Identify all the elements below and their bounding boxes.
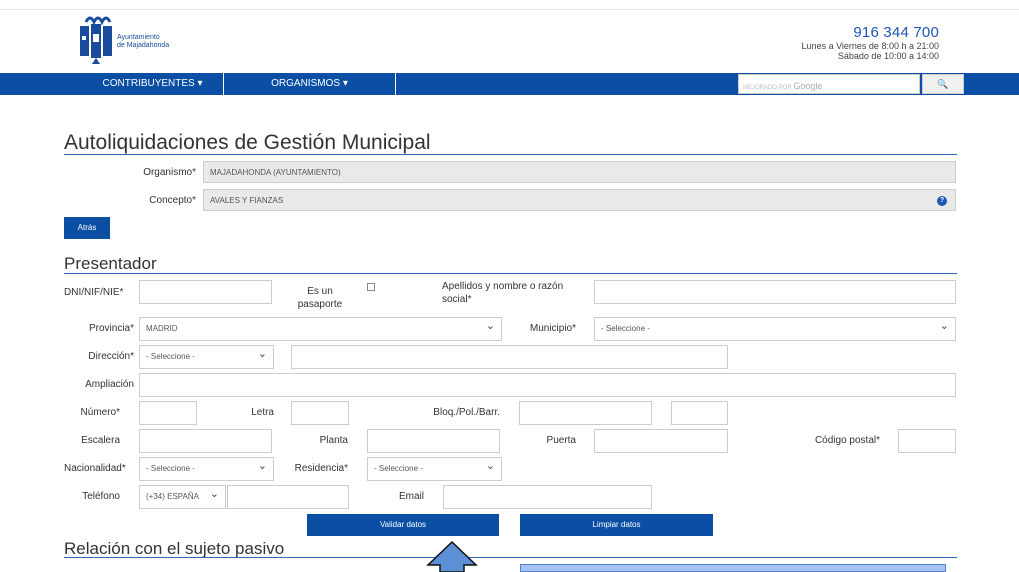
telefono-prefix-select[interactable]: (+34) ESPAÑA xyxy=(139,483,226,509)
residencia-select[interactable]: - Seleccione - xyxy=(367,455,502,481)
direccion-type-select[interactable]: - Seleccione - xyxy=(139,343,274,369)
residencia-value: - Seleccione - xyxy=(374,464,423,473)
puerta-label: Puerta xyxy=(546,435,576,446)
municipio-label: Municipio* xyxy=(529,323,576,334)
search-prefix: MEJORADO POR xyxy=(743,85,792,91)
concepto-value: AVALES Y FIANZAS xyxy=(210,196,284,205)
municipio-value: - Seleccione - xyxy=(601,324,650,333)
telefono-label: Teléfono xyxy=(82,491,120,502)
top-divider xyxy=(0,9,1019,10)
google-brand: Google xyxy=(793,81,823,91)
planta-label: Planta xyxy=(319,435,348,446)
provincia-select[interactable]: MADRID xyxy=(139,315,502,341)
nav-organismos[interactable]: ORGANISMOS ▾ xyxy=(224,73,396,95)
cp-input[interactable] xyxy=(898,429,956,453)
presentador-title: Presentador xyxy=(64,254,157,273)
title-rule xyxy=(64,154,957,155)
bloq-extra-input[interactable] xyxy=(671,401,728,425)
escalera-label: Escalera xyxy=(81,435,120,446)
highlight-box xyxy=(520,564,946,572)
organismo-field: MAJADAHONDA (AYUNTAMIENTO) xyxy=(203,161,956,183)
nacionalidad-label: Nacionalidad* xyxy=(64,463,126,474)
apellidos-label: Apellidos y nombre o razón social* xyxy=(442,280,582,306)
numero-input[interactable] xyxy=(139,401,197,425)
concepto-label: Concepto* xyxy=(149,195,196,206)
apellidos-line2: social* xyxy=(442,294,472,305)
numero-label: Número* xyxy=(80,407,120,418)
direccion-value: - Seleccione - xyxy=(146,352,195,361)
residencia-label: Residencia* xyxy=(294,463,348,474)
relacion-rule xyxy=(64,557,957,558)
telefono-prefix-value: (+34) ESPAÑA xyxy=(146,492,199,501)
logo-line-1: Ayuntamiento xyxy=(117,34,160,41)
telefono-input[interactable] xyxy=(227,485,349,509)
relacion-title: Relación con el sujeto pasivo xyxy=(64,539,285,558)
apellidos-input[interactable] xyxy=(594,280,956,304)
cp-label: Código postal* xyxy=(814,435,880,446)
nacionalidad-select[interactable]: - Seleccione - xyxy=(139,455,274,481)
pasaporte-line2: pasaporte xyxy=(297,299,343,310)
letra-input[interactable] xyxy=(291,401,349,425)
presentador-rule xyxy=(64,273,957,274)
concepto-field: AVALES Y FIANZAS ? xyxy=(203,189,956,211)
escalera-input[interactable] xyxy=(139,429,272,453)
up-arrow-icon xyxy=(426,541,478,572)
help-icon[interactable]: ? xyxy=(937,196,947,206)
nav-contribuyentes[interactable]: CONTRIBUYENTES ▾ xyxy=(82,73,224,95)
nacionalidad-value: - Seleccione - xyxy=(146,464,195,473)
search-icon: 🔍 xyxy=(937,79,949,89)
municipio-select[interactable]: - Seleccione - xyxy=(594,315,956,341)
search-input[interactable]: MEJORADO POR Google xyxy=(738,74,920,94)
logo-line-2: de Majadahonda xyxy=(117,42,170,49)
email-input[interactable] xyxy=(443,485,652,509)
provincia-value: MADRID xyxy=(146,324,178,333)
validar-button[interactable]: Validar datos xyxy=(307,514,499,536)
phone-number[interactable]: 916 344 700 xyxy=(802,24,939,41)
bloq-label: Bloq./Pol./Barr. xyxy=(433,407,500,418)
dni-label: DNI/NIF/NIE* xyxy=(64,287,124,298)
contact-info: 916 344 700 Lunes a Viernes de 8:00 h a … xyxy=(802,24,939,61)
direccion-input[interactable] xyxy=(291,345,728,369)
provincia-label: Provincia* xyxy=(88,323,134,334)
ampliacion-input[interactable] xyxy=(139,373,956,397)
organismo-label: Organismo* xyxy=(143,167,196,178)
logo-text: Ayuntamiento de Majadahonda xyxy=(117,34,169,50)
apellidos-line1: Apellidos y nombre o razón xyxy=(442,281,564,292)
puerta-input[interactable] xyxy=(594,429,728,453)
hours-weekday: Lunes a Viernes de 8:00 h a 21:00 xyxy=(801,41,939,51)
pasaporte-label: Es un pasaporte xyxy=(292,285,348,311)
planta-input[interactable] xyxy=(367,429,500,453)
limpiar-button[interactable]: Limpiar datos xyxy=(520,514,713,536)
search-button[interactable]: 🔍 xyxy=(922,74,964,94)
dni-input[interactable] xyxy=(139,280,272,304)
pasaporte-line1: Es un xyxy=(307,286,333,297)
back-button[interactable]: Atrás xyxy=(64,217,110,239)
main-navbar: CONTRIBUYENTES ▾ ORGANISMOS ▾ MEJORADO P… xyxy=(0,73,1019,95)
hours-saturday: Sábado de 10:00 a 14:00 xyxy=(837,51,939,61)
pasaporte-checkbox[interactable] xyxy=(367,283,375,291)
direccion-label: Dirección* xyxy=(88,351,134,362)
ampliacion-label: Ampliación xyxy=(85,379,134,390)
email-label: Email xyxy=(398,491,424,502)
bloq-input[interactable] xyxy=(519,401,652,425)
page-title: Autoliquidaciones de Gestión Municipal xyxy=(64,131,431,154)
letra-label: Letra xyxy=(251,407,274,418)
